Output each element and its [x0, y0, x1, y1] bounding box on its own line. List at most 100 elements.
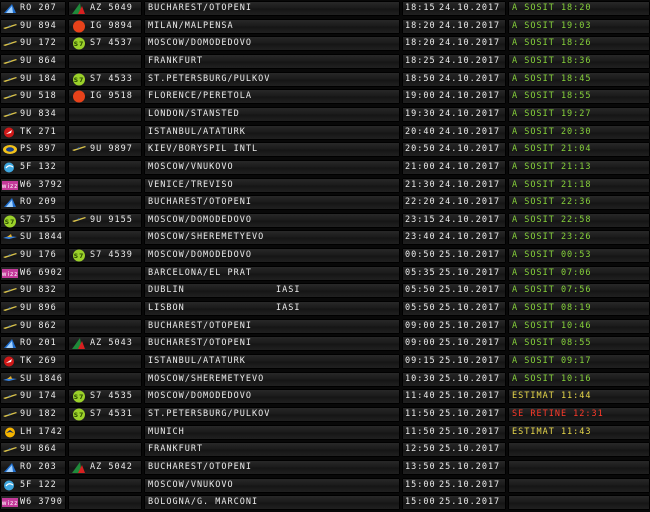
status-cell: A SOSIT 22:36 [508, 195, 650, 211]
destination-text: KIEV/BORYSPIL INTL [148, 144, 259, 155]
flight-number: RO 207 [20, 3, 57, 13]
flight-number: W6 3790 [20, 497, 63, 508]
status-cell: A SOSIT 20:30 [508, 124, 650, 140]
status-cell: A SOSIT 18:26 [508, 36, 650, 52]
status-text: A SOSIT 23:26 [512, 232, 592, 243]
destination-text: ISTANBUL/ATATURK [148, 126, 246, 137]
scheduled-date: 24.10.2017 [439, 73, 501, 84]
destination-cell: FRANKFURT [144, 53, 400, 69]
flight-row: 9U 834 LONDON/STANSTED 19:30 24.10.2017 … [0, 106, 650, 123]
flight-cell: RO 203 [0, 459, 66, 475]
schedule-cell: 20:40 24.10.2017 [402, 124, 506, 140]
flight-row: 5F 132 MOSCOW/VNUKOVO 21:00 24.10.2017 A… [0, 159, 650, 176]
scheduled-time: 18:20 [405, 38, 436, 49]
flight-number: 9U 834 [20, 108, 57, 119]
destination-cell: MOSCOW/SHEREMETYEVO [144, 230, 400, 246]
codeshare-number: AZ 5043 [90, 338, 133, 349]
destination-text: MOSCOW/VNUKOVO [148, 479, 234, 490]
destination-text: BUCHAREST/OTOPENI [148, 197, 252, 208]
flight-cell: 9U 862 [0, 318, 66, 334]
airmoldova-logo-icon [2, 444, 18, 455]
aeroflot-logo-icon [2, 232, 18, 243]
turkish-logo-icon [2, 356, 18, 367]
destination-text: DUBLIN [148, 285, 185, 296]
status-cell [508, 477, 650, 493]
scheduled-time: 05:50 [405, 285, 436, 296]
flight-number: 9U 862 [20, 320, 57, 331]
flight-number: 9U 832 [20, 285, 57, 296]
status-text: A SOSIT 18:45 [512, 73, 592, 84]
destination-cell: BOLOGNA/G. MARCONI [144, 495, 400, 511]
codeshare-number: IG 9518 [90, 91, 133, 102]
scheduled-date: 25.10.2017 [439, 285, 501, 296]
flight-cell: 9U 832 [0, 283, 66, 299]
flight-number: 5F 132 [20, 161, 57, 172]
flight-cell: 9U 834 [0, 106, 66, 122]
codeshare-number: S7 4535 [90, 391, 133, 402]
scheduled-time: 20:40 [405, 126, 436, 137]
status-cell: A SOSIT 19:03 [508, 18, 650, 34]
destination-text: ST.PETERSBURG/PULKOV [148, 408, 271, 419]
status-text: A SOSIT 21:04 [512, 144, 592, 155]
status-cell: A SOSIT 08:19 [508, 301, 650, 317]
flight-row: RO 209 BUCHAREST/OTOPENI 22:20 24.10.201… [0, 194, 650, 211]
status-cell [508, 442, 650, 458]
destination-cell: MILAN/MALPENSA [144, 18, 400, 34]
schedule-cell: 21:00 24.10.2017 [402, 159, 506, 175]
svg-text:S7: S7 [74, 41, 85, 48]
destination-cell: BUCHAREST/OTOPENI [144, 336, 400, 352]
destination-text: FRANKFURT [148, 444, 204, 455]
scheduled-date: 25.10.2017 [439, 461, 501, 472]
scheduled-time: 15:00 [405, 497, 436, 508]
flight-cell: TK 269 [0, 354, 66, 369]
wizz-logo-icon: wizz [2, 180, 18, 191]
codeshare-logo-icon [71, 496, 87, 509]
schedule-cell: 19:00 24.10.2017 [402, 89, 506, 105]
scheduled-time: 19:00 [405, 91, 436, 102]
flight-cell: 9U 518 [0, 89, 66, 105]
status-text: A SOSIT 08:55 [512, 338, 592, 349]
scheduled-date: 25.10.2017 [439, 444, 501, 455]
scheduled-time: 18:25 [405, 55, 436, 66]
codeshare-number: S7 4539 [90, 250, 133, 261]
flight-number: W6 3792 [20, 179, 63, 190]
flight-number: 9U 894 [20, 20, 57, 31]
destination-cell: MOSCOW/DOMODEDOVO [144, 389, 400, 405]
flight-number: TK 271 [20, 126, 57, 137]
codeshare-cell: AZ 5049 [68, 1, 142, 16]
scheduled-date: 24.10.2017 [439, 232, 501, 243]
airmoldova-logo-icon [2, 38, 18, 49]
codeshare-cell: IG 9894 [68, 18, 142, 34]
scheduled-date: 25.10.2017 [439, 408, 501, 419]
scheduled-date: 24.10.2017 [439, 38, 501, 49]
codeshare-cell [68, 195, 142, 211]
codeshare-number: AZ 5042 [90, 461, 133, 472]
status-cell: A SOSIT 10:16 [508, 371, 650, 387]
tarom-logo-icon [2, 462, 18, 473]
scheduled-time: 13:50 [405, 461, 436, 472]
airmoldova-logo-icon [2, 409, 18, 420]
schedule-cell: 18:20 24.10.2017 [402, 18, 506, 34]
flight-cell: SU 1846 [0, 371, 66, 387]
flight-number: 9U 518 [20, 91, 57, 102]
flight-number: SU 1844 [20, 232, 63, 243]
schedule-cell: 18:20 24.10.2017 [402, 36, 506, 52]
flight-cell: 9U 896 [0, 301, 66, 317]
airmoldova-logo-icon [2, 21, 18, 32]
codeshare-number: S7 4537 [90, 38, 133, 49]
destination-text: VENICE/TREVISO [148, 179, 234, 190]
scheduled-time: 09:00 [405, 338, 436, 349]
airmoldova-logo-icon [2, 285, 18, 296]
flight-number: 9U 184 [20, 73, 57, 84]
schedule-cell: 05:50 25.10.2017 [402, 301, 506, 317]
destination-text: BUCHAREST/OTOPENI [148, 338, 252, 349]
status-cell: SE RETINE 12:31 [508, 406, 650, 422]
flight-row: 9U 864 FRANKFURT 18:25 24.10.2017 A SOSI… [0, 53, 650, 70]
codeshare-number: S7 4533 [90, 73, 133, 84]
destination-cell: MOSCOW/DOMODEDOVO [144, 248, 400, 264]
codeshare-logo-icon [71, 161, 87, 174]
destination-cell: KIEV/BORYSPIL INTL [144, 142, 400, 158]
alitalia-logo-icon [71, 461, 87, 474]
scheduled-time: 23:15 [405, 214, 436, 225]
svg-text:S7: S7 [74, 394, 85, 401]
